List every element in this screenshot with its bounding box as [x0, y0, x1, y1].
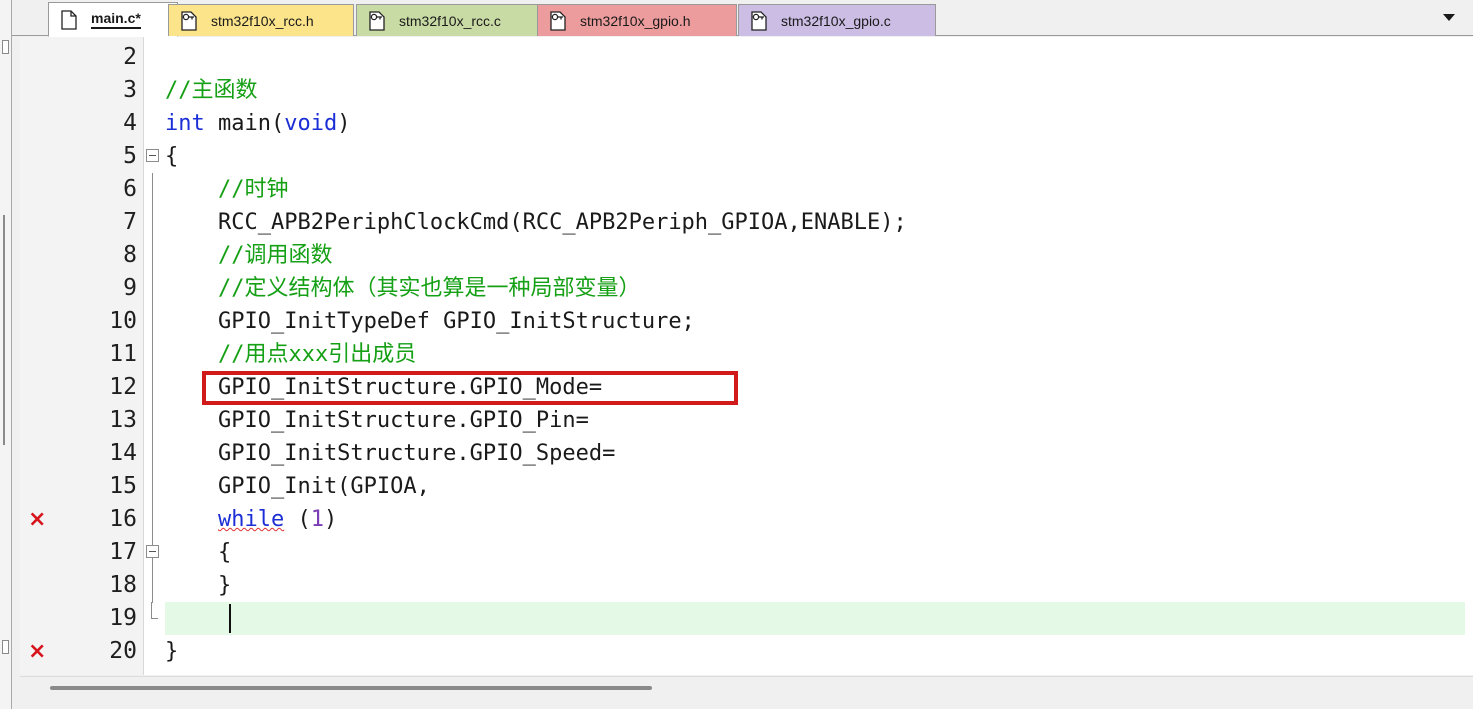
- code-line: 17 {: [20, 536, 1473, 569]
- code-line: 11 //用点xxx引出成员: [20, 338, 1473, 371]
- fold-end-marker: [151, 602, 158, 619]
- tab-stm32f10x-gpio-h[interactable]: stm32f10x_gpio.h: [537, 4, 737, 36]
- keyword-int: int: [165, 111, 205, 136]
- keyword-void: void: [284, 111, 338, 136]
- tab-stm32f10x-rcc-c[interactable]: stm32f10x_rcc.c: [356, 4, 538, 36]
- line-number: 5: [123, 143, 137, 169]
- key-file-icon: [369, 10, 385, 31]
- code-line: 7 RCC_APB2PeriphClockCmd(RCC_APB2Periph_…: [20, 206, 1473, 239]
- tab-label: main.c*: [91, 10, 141, 29]
- line-number: 7: [123, 209, 137, 235]
- window-left-edge: [0, 0, 12, 709]
- code-line: 15 GPIO_Init(GPIOA,: [20, 470, 1473, 503]
- comment-text: //用点xxx引出成员: [165, 342, 417, 367]
- line-number: 8: [123, 242, 137, 268]
- file-icon: [61, 9, 77, 30]
- comment-text: //时钟: [165, 177, 289, 202]
- line-number: 4: [123, 110, 137, 136]
- line-number: 18: [109, 572, 137, 598]
- line-number: 20: [109, 638, 137, 664]
- code-text: {: [165, 540, 232, 565]
- code-line: 2: [20, 41, 1473, 74]
- line-number: 16: [109, 506, 137, 532]
- tab-label: stm32f10x_rcc.c: [399, 12, 501, 29]
- code-line: 19: [20, 602, 1473, 635]
- key-file-icon: [181, 10, 197, 31]
- code-line: 10 GPIO_InitTypeDef GPIO_InitStructure;: [20, 305, 1473, 338]
- line-number: 9: [123, 275, 137, 301]
- comment-text: //定义结构体（其实也算是一种局部变量）: [165, 276, 641, 301]
- tab-label: stm32f10x_rcc.h: [211, 12, 314, 29]
- code-line: 4 int main(void): [20, 107, 1473, 140]
- scrollbar-thumb[interactable]: [50, 686, 652, 690]
- line-number: 10: [109, 308, 137, 334]
- tab-list-dropdown-icon[interactable]: [1443, 14, 1455, 21]
- code-fragment: main(: [204, 111, 285, 136]
- code-line: × 16 while (1): [20, 503, 1473, 536]
- code-text: int main(void): [165, 107, 350, 140]
- code-fragment: (: [284, 507, 311, 532]
- line-number: 15: [109, 473, 137, 499]
- fold-collapse-icon[interactable]: [146, 545, 159, 558]
- splitter-handle[interactable]: [2, 40, 9, 54]
- code-line: 9 //定义结构体（其实也算是一种局部变量）: [20, 272, 1473, 305]
- line-number: 14: [109, 440, 137, 466]
- code-line: 8 //调用函数: [20, 239, 1473, 272]
- line-number: 11: [109, 341, 137, 367]
- tab-main-c[interactable]: main.c*: [48, 2, 178, 37]
- splitter-handle-bottom[interactable]: [2, 640, 9, 654]
- key-file-icon: [550, 10, 566, 31]
- code-line: 5 {: [20, 140, 1473, 173]
- code-line: 13 GPIO_InitStructure.GPIO_Pin=: [20, 404, 1473, 437]
- key-file-icon: [751, 10, 767, 31]
- tab-stm32f10x-gpio-c[interactable]: stm32f10x_gpio.c: [738, 4, 936, 36]
- tab-label: stm32f10x_gpio.h: [580, 12, 691, 29]
- code-text: }: [165, 573, 232, 598]
- code-text: RCC_APB2PeriphClockCmd(RCC_APB2Periph_GP…: [165, 210, 907, 235]
- line-number: 2: [123, 44, 137, 70]
- code-line: 3 //主函数: [20, 74, 1473, 107]
- code-text: GPIO_Init(GPIOA,: [165, 474, 430, 499]
- number-literal: 1: [310, 507, 324, 532]
- horizontal-scrollbar[interactable]: [20, 676, 1473, 709]
- code-text: GPIO_InitStructure.GPIO_Pin=: [165, 408, 589, 433]
- comment-text: //主函数: [165, 78, 258, 103]
- code-text: {: [165, 144, 179, 169]
- comment-text: //调用函数: [165, 243, 333, 268]
- line-number: 3: [123, 77, 137, 103]
- tab-label: stm32f10x_gpio.c: [781, 12, 891, 29]
- code-text: while (1): [165, 503, 337, 536]
- text-caret: [229, 604, 231, 633]
- line-number: 19: [109, 605, 137, 631]
- editor-tab-bar: main.c* stm32f10x_rcc.h stm32f10x_rcc.c …: [12, 0, 1473, 37]
- annotation-highlight-box: [202, 371, 738, 405]
- code-fragment: ): [323, 507, 338, 532]
- code-fragment: ): [337, 111, 351, 136]
- line-number: 6: [123, 176, 137, 202]
- line-number: 17: [109, 539, 137, 565]
- fold-collapse-icon[interactable]: [146, 149, 159, 162]
- tab-stm32f10x-rcc-h[interactable]: stm32f10x_rcc.h: [168, 4, 354, 36]
- code-editor[interactable]: 2 3 //主函数 4 int main(void) 5 { 6 //时钟 7 …: [20, 37, 1473, 675]
- code-text: }: [165, 639, 179, 664]
- code-text: GPIO_InitTypeDef GPIO_InitStructure;: [165, 309, 695, 334]
- splitter-bar: [3, 215, 5, 445]
- code-line: 18 }: [20, 569, 1473, 602]
- code-line: 14 GPIO_InitStructure.GPIO_Speed=: [20, 437, 1473, 470]
- line-number: 13: [109, 407, 137, 433]
- code-line: × 20 }: [20, 635, 1473, 668]
- code-text: GPIO_InitStructure.GPIO_Speed=: [165, 441, 616, 466]
- code-line: 6 //时钟: [20, 173, 1473, 206]
- line-number: 12: [109, 374, 137, 400]
- keyword-while: while: [217, 507, 285, 532]
